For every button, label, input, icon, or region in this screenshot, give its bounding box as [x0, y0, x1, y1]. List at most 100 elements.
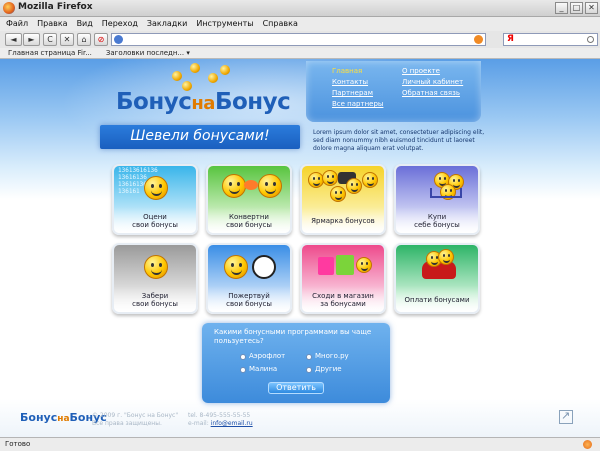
menu-edit[interactable]: Правка	[37, 17, 67, 31]
smiley-icon	[222, 174, 246, 198]
minimize-button[interactable]: _	[555, 2, 568, 14]
tile-buy[interactable]: Купи себе бонусы	[394, 164, 480, 235]
bookmarks-toolbar: Главная страница Fir... Заголовки послед…	[0, 48, 600, 59]
nav-left: Главная Контакты Партнерам Все партнеры	[332, 66, 383, 109]
menu-bar: Файл Правка Вид Переход Закладки Инструм…	[0, 17, 600, 31]
tile-label: Оцени свои бонусы	[132, 213, 178, 229]
navigation-toolbar: ◄ ► C ✕ ⌂ ⊘ Я	[0, 31, 600, 48]
tile-label: Забери свои бонусы	[132, 292, 178, 308]
reload-button[interactable]: C	[43, 33, 57, 46]
radio-button[interactable]	[306, 353, 312, 360]
smiley-icon	[346, 178, 362, 194]
option-aeroflot[interactable]: Аэрофлот	[240, 352, 285, 361]
submit-button[interactable]: Ответить	[268, 382, 324, 394]
go-icon[interactable]	[474, 35, 483, 44]
tile-label: Оплати бонусами	[404, 296, 470, 304]
nav-partners[interactable]: Партнерам	[332, 88, 383, 98]
tile-donate[interactable]: Пожертвуй свои бонусы	[206, 243, 292, 314]
gift-icon	[318, 257, 334, 275]
option-other[interactable]: Другие	[306, 365, 342, 374]
menu-view[interactable]: Вид	[77, 17, 93, 31]
back-button[interactable]: ◄	[5, 33, 22, 46]
nav-contacts[interactable]: Контакты	[332, 77, 383, 87]
smiley-icon	[438, 249, 454, 265]
close-button[interactable]: ✕	[585, 2, 598, 14]
home-button[interactable]: ⌂	[77, 33, 91, 46]
footer-copyright: © 2009 г. "Бонус на Бонус" Все права защи…	[92, 412, 179, 427]
coin-icon	[190, 63, 200, 73]
search-bar[interactable]: Я	[503, 33, 598, 46]
tile-convert[interactable]: Конвертни свои бонусы	[206, 164, 292, 235]
status-text: Готово	[5, 440, 31, 448]
slogan-banner: Шевели бонусами!	[100, 125, 300, 149]
window-controls: _ □ ✕	[555, 2, 598, 14]
tile-evaluate[interactable]: 13613616136 13616136 1361613613 136161 О…	[112, 164, 198, 235]
smiley-icon	[224, 255, 248, 279]
stop-button[interactable]: ✕	[60, 33, 74, 46]
nav-right: О проекте Личный кабинет Обратная связь	[402, 66, 463, 98]
title-bar: Mozilla Firefox _ □ ✕	[0, 0, 600, 17]
radio-button[interactable]	[306, 366, 312, 373]
survey-panel: Какими бонусными программами вы чаще пол…	[202, 323, 390, 403]
nav-about[interactable]: О проекте	[402, 66, 463, 76]
tile-label: Пожертвуй свои бонусы	[226, 292, 272, 308]
nav-all-partners[interactable]: Все партнеры	[332, 99, 383, 109]
smiley-icon	[356, 257, 372, 273]
tile-label: Купи себе бонусы	[414, 213, 460, 229]
menu-go[interactable]: Переход	[102, 17, 138, 31]
option-malina[interactable]: Малина	[240, 365, 277, 374]
tile-fair[interactable]: Ярмарка бонусов	[300, 164, 386, 235]
nav-cabinet[interactable]: Личный кабинет	[402, 77, 463, 87]
menu-file[interactable]: Файл	[6, 17, 28, 31]
yandex-icon: Я	[507, 34, 514, 44]
nav-home[interactable]: Главная	[332, 66, 383, 76]
block-icon[interactable]: ⊘	[94, 33, 108, 46]
arrow-up-right-icon[interactable]	[559, 409, 573, 424]
firefox-icon	[3, 2, 15, 14]
status-bar: Готово	[0, 437, 600, 451]
smiley-icon	[144, 255, 168, 279]
survey-question: Какими бонусными программами вы чаще пол…	[214, 328, 372, 345]
firefox-status-icon	[583, 440, 592, 449]
footer-contacts: tel. 8-495-555-55-55 e-mail: info@email.r…	[188, 412, 253, 427]
forward-button[interactable]: ►	[23, 33, 40, 46]
menu-help[interactable]: Справка	[263, 17, 298, 31]
radio-button[interactable]	[240, 353, 246, 360]
nav-feedback[interactable]: Обратная связь	[402, 88, 463, 98]
window-title: Mozilla Firefox	[18, 2, 93, 12]
coin-icon	[208, 73, 218, 83]
tile-label: Ярмарка бонусов	[311, 217, 375, 225]
smiley-icon	[362, 172, 378, 188]
intro-text: Lorem ipsum dolor sit amet, consectetuer…	[313, 129, 485, 152]
cart-icon	[430, 188, 462, 198]
tile-pay[interactable]: Оплати бонусами	[394, 243, 480, 314]
bookmark-home[interactable]: Главная страница Fir...	[8, 48, 92, 58]
option-mnogo[interactable]: Много.ру	[306, 352, 349, 361]
smiley-icon	[322, 170, 338, 186]
favicon-icon	[114, 35, 123, 44]
arrow-icon	[244, 180, 258, 190]
tile-take[interactable]: Забери свои бонусы	[112, 243, 198, 314]
coin-icon	[220, 65, 230, 75]
bag-icon	[336, 255, 354, 275]
smiley-icon	[258, 174, 282, 198]
site-nav-panel: Главная Контакты Партнерам Все партнеры …	[306, 61, 481, 122]
slogan: Шевели бонусами!	[130, 128, 270, 144]
maximize-button[interactable]: □	[570, 2, 583, 14]
menu-tools[interactable]: Инструменты	[196, 17, 253, 31]
tile-label: Конвертни свои бонусы	[226, 213, 272, 229]
radio-button[interactable]	[240, 366, 246, 373]
tile-label: Сходи в магазин за бонусами	[312, 292, 374, 308]
bookmark-headlines[interactable]: Заголовки последн... ▾	[106, 48, 190, 58]
address-bar[interactable]	[111, 33, 486, 46]
magnifier-icon[interactable]	[587, 36, 594, 43]
smiley-icon	[144, 176, 168, 200]
email-link[interactable]: info@email.ru	[211, 420, 253, 427]
panda-icon	[252, 255, 276, 279]
logo-text: БонуснаБонус	[116, 89, 291, 115]
web-page: БонуснаБонус Шевели бонусами! Главная Ко…	[0, 59, 600, 437]
smiley-icon	[330, 186, 346, 202]
menu-bookmarks[interactable]: Закладки	[147, 17, 187, 31]
tile-shop[interactable]: Сходи в магазин за бонусами	[300, 243, 386, 314]
coin-icon	[172, 71, 182, 81]
